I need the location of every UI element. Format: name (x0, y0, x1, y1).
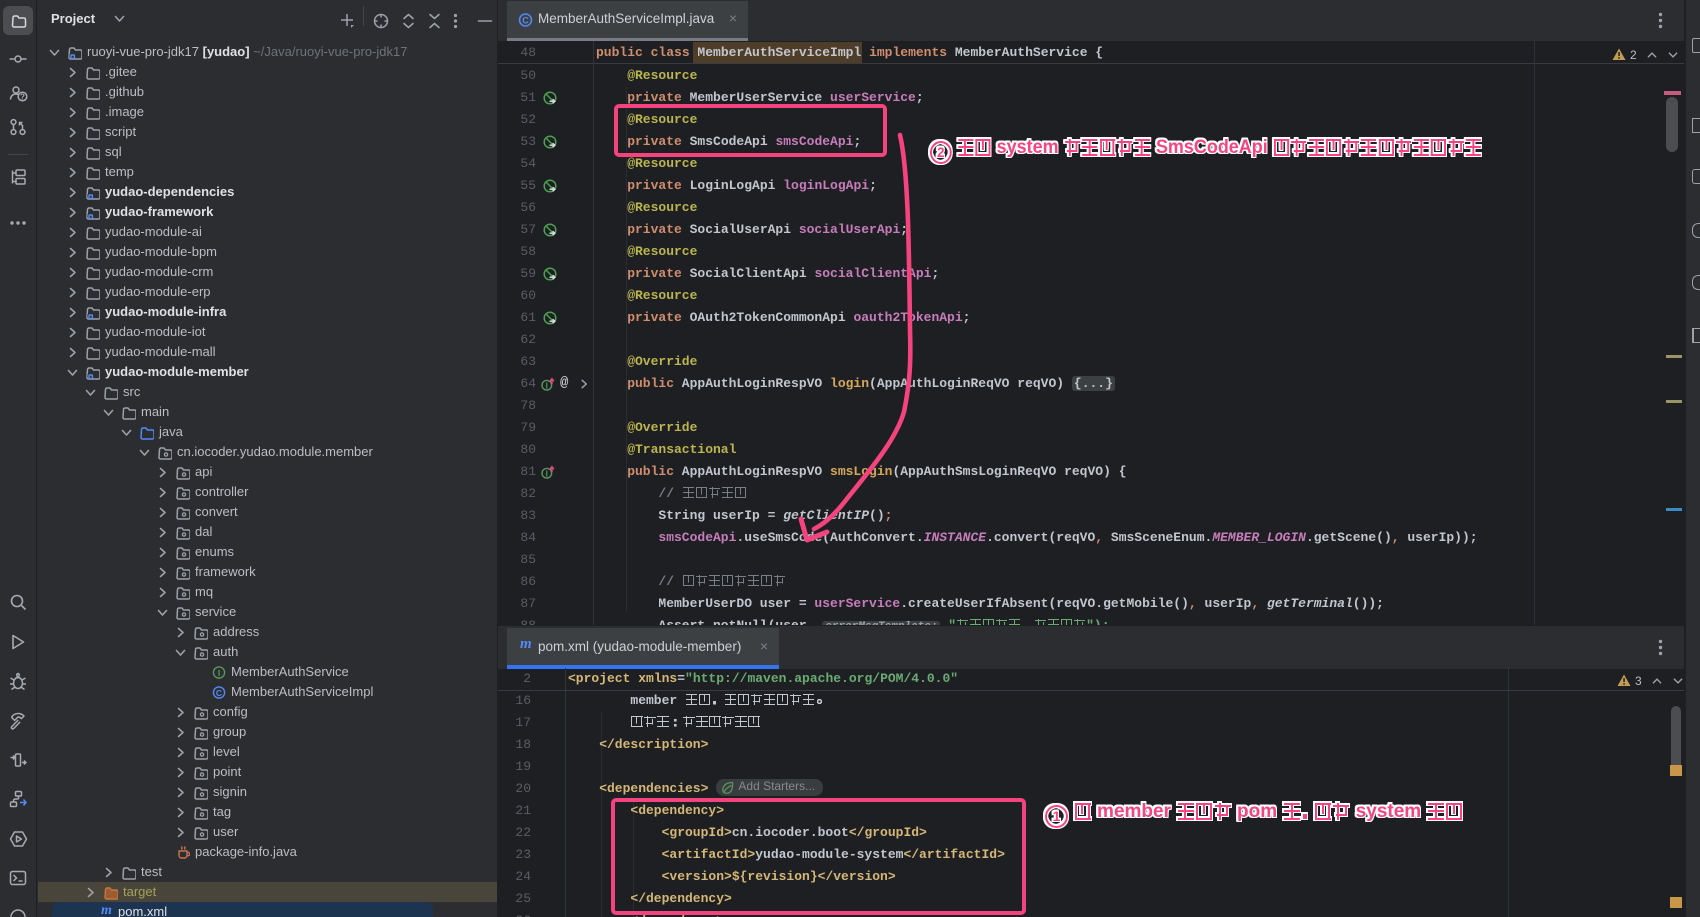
svg-text:?: ? (20, 93, 25, 102)
